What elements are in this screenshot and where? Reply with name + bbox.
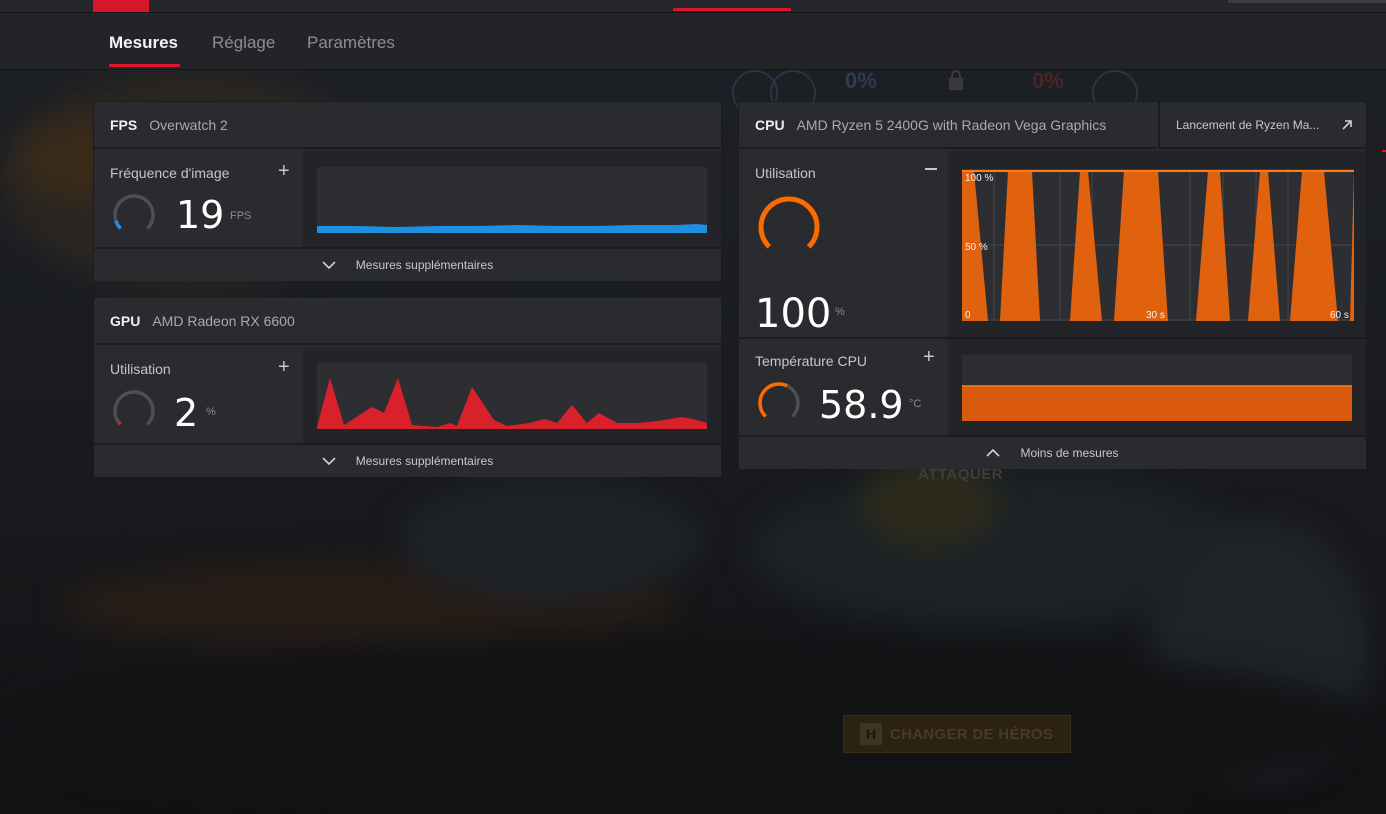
fps-value: 19 [176, 193, 225, 237]
cpu-chart-x-end: 60 s [1330, 310, 1349, 321]
hud-left-percent: 0% [845, 68, 877, 93]
tab-mesures[interactable]: Mesures [109, 33, 178, 53]
external-link-icon [1342, 120, 1352, 130]
chevron-down-icon [322, 457, 336, 466]
cpu-usage-value: 100 [755, 291, 832, 337]
plus-icon[interactable]: + [278, 161, 290, 181]
gpu-panel: GPU AMD Radeon RX 6600 Utilisation + 2 %… [93, 297, 722, 477]
tab-parametres[interactable]: Paramètres [307, 33, 395, 53]
fps-chart [317, 167, 707, 233]
gpu-metric-label: Utilisation [110, 361, 171, 377]
cpu-temp-metric: Température CPU + 58.9 °C [739, 339, 946, 435]
gpu-chart [317, 363, 707, 429]
fps-metric-label: Fréquence d'image [110, 165, 230, 181]
top-strip [0, 0, 1386, 12]
gpu-more-label: Mesures supplémentaires [355, 454, 494, 468]
top-accent-active [673, 8, 791, 11]
active-tab-indicator [109, 64, 180, 67]
chevron-up-icon [986, 448, 1001, 457]
right-edge-marker [1382, 150, 1386, 152]
cpu-chart-y-mid: 50 % [965, 242, 988, 253]
cpu-model-name: AMD Ryzen 5 2400G with Radeon Vega Graph… [796, 116, 1107, 133]
gpu-panel-header: GPU AMD Radeon RX 6600 [94, 298, 721, 345]
plus-icon[interactable]: + [278, 357, 290, 377]
cpu-usage-chart: 100 % 50 % 0 30 s 60 s [962, 169, 1354, 321]
cpu-less-metrics[interactable]: Moins de mesures [739, 435, 1366, 469]
ryzen-master-launch-button[interactable]: Lancement de Ryzen Ma... [1158, 102, 1366, 149]
tab-bar: Mesures Réglage Paramètres [0, 12, 1386, 70]
cpu-usage-chart-area: 100 % 50 % 0 30 s 60 s [948, 151, 1366, 337]
cpu-temp-chart-area [948, 339, 1366, 435]
gpu-more-metrics[interactable]: Mesures supplémentaires [94, 443, 721, 477]
hud-right-percent: 0% [1032, 68, 1064, 93]
gpu-gauge [113, 390, 155, 432]
fps-tag: FPS [110, 116, 138, 133]
cpu-temp-value: 58.9 [819, 383, 904, 427]
chevron-down-icon [322, 261, 336, 270]
cpu-chart-x-mid: 30 s [1146, 310, 1165, 321]
minus-icon[interactable] [925, 168, 937, 170]
cpu-less-label: Moins de mesures [1020, 446, 1119, 460]
plus-icon[interactable]: + [923, 347, 935, 367]
gpu-value: 2 [174, 391, 199, 435]
top-accent-left [93, 0, 149, 12]
fps-unit: FPS [230, 210, 252, 222]
cpu-usage-gauge [758, 196, 820, 258]
top-right-stub [1228, 0, 1386, 3]
fps-panel-header: FPS Overwatch 2 [94, 102, 721, 149]
cpu-usage-label: Utilisation [755, 165, 816, 181]
gpu-chart-area [303, 347, 721, 443]
fps-more-metrics[interactable]: Mesures supplémentaires [94, 247, 721, 281]
cpu-chart-x-start: 0 [965, 310, 971, 321]
lock-icon [946, 68, 966, 92]
change-hero-label: CHANGER DE HÉROS [890, 725, 1054, 743]
change-hero-button: H CHANGER DE HÉROS [843, 715, 1071, 753]
gpu-unit: % [206, 406, 216, 418]
cpu-panel: CPU AMD Ryzen 5 2400G with Radeon Vega G… [738, 101, 1367, 469]
gpu-metric: Utilisation + 2 % [94, 347, 301, 443]
fps-chart-area [303, 151, 721, 247]
cpu-temp-unit: °C [909, 398, 922, 410]
hero-key-badge: H [860, 723, 882, 745]
gpu-model-name: AMD Radeon RX 6600 [152, 312, 295, 329]
cpu-panel-header: CPU AMD Ryzen 5 2400G with Radeon Vega G… [739, 102, 1156, 149]
fps-gauge [113, 194, 155, 236]
tab-reglage[interactable]: Réglage [212, 33, 275, 53]
cpu-usage-metric: Utilisation 100 % [739, 151, 946, 337]
cpu-temp-chart [962, 355, 1352, 421]
fps-more-label: Mesures supplémentaires [355, 258, 494, 272]
cpu-temp-label: Température CPU [755, 353, 868, 369]
cpu-temp-gauge [758, 382, 800, 424]
cpu-tag: CPU [755, 116, 785, 133]
gpu-tag: GPU [110, 312, 141, 329]
fps-panel: FPS Overwatch 2 Fréquence d'image + 19 F… [93, 101, 722, 281]
cpu-usage-unit: % [835, 306, 845, 318]
ryzen-master-launch-label: Lancement de Ryzen Ma... [1176, 117, 1320, 132]
fps-game-name: Overwatch 2 [149, 116, 228, 133]
cpu-chart-y-top: 100 % [965, 173, 993, 184]
fps-metric: Fréquence d'image + 19 FPS [94, 151, 301, 247]
